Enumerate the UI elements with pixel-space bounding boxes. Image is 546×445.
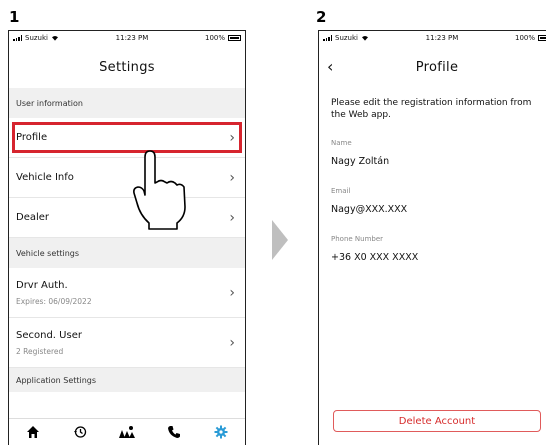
name-label: Name [331,139,352,147]
page-title: Settings [99,59,155,75]
chevron-right-icon: › [229,169,235,186]
gear-icon [214,425,228,439]
signal-icon [13,35,22,41]
settings-row-second-user[interactable]: Second. User 2 Registered › [9,318,245,368]
row-sub-drvr-auth: Expires: 06/09/2022 [16,296,92,306]
battery-icon [228,35,241,41]
email-value: Nagy@XXX.XXX [331,204,408,215]
bottom-tab-bar [9,418,245,445]
step-number-2: 2 [316,8,327,26]
tab-map[interactable] [115,422,139,442]
step-number-1: 1 [9,8,20,26]
chevron-right-icon: › [229,129,235,146]
tab-phone[interactable] [162,422,186,442]
row-label-drvr-auth: Drvr Auth. [16,279,68,291]
tab-settings[interactable] [209,422,233,442]
section-header-app-settings: Application Settings [9,368,245,392]
tab-home[interactable] [21,422,45,442]
status-time: 11:23 PM [115,34,149,42]
settings-list: User information Profile › Vehicle Info … [9,88,245,392]
chevron-right-icon: › [229,209,235,226]
row-sub-second-user: 2 Registered [16,346,64,356]
battery-percent: 100% [514,34,535,42]
settings-row-drvr-auth[interactable]: Drvr Auth. Expires: 06/09/2022 › [9,268,245,318]
signal-icon [323,35,332,41]
carrier-label: Suzuki [25,34,48,42]
settings-row-vehicle-info[interactable]: Vehicle Info › [9,158,245,198]
wifi-icon [52,35,58,41]
back-arrow-icon[interactable]: ‹ [327,57,334,76]
edit-notice: Please edit the registration information… [331,98,532,120]
phone-profile-screen: Suzuki 11:23 PM 100% ‹ Profile Please ed… [318,30,546,445]
wifi-icon [362,35,368,41]
carrier-label: Suzuki [335,34,358,42]
chevron-right-icon: › [229,284,235,301]
name-value: Nagy Zoltán [331,156,390,167]
status-bar: Suzuki 11:23 PM 100% [319,31,546,45]
delete-account-button[interactable]: Delete Account [333,410,541,432]
status-bar: Suzuki 11:23 PM 100% [9,31,245,45]
row-label-vehicle-info: Vehicle Info [16,172,74,183]
battery-icon [538,35,546,41]
row-label-profile: Profile [16,132,48,143]
tab-history[interactable] [68,422,92,442]
home-icon [26,426,39,438]
history-icon [73,426,86,438]
page-title-bar: ‹ Profile [319,53,546,81]
battery-percent: 100% [204,34,225,42]
row-label-dealer: Dealer [16,212,50,223]
page-title: Profile [415,59,459,75]
settings-row-profile[interactable]: Profile › [9,118,245,158]
chevron-right-icon: › [229,334,235,351]
phone-number-label: Phone Number [331,235,384,243]
settings-row-dealer[interactable]: Dealer › [9,198,245,238]
email-label: Email [331,187,351,195]
tap-hand-icon [133,150,186,230]
status-time: 11:23 PM [425,34,459,42]
row-label-second-user: Second. User [16,329,82,341]
phone-number-value: +36 X0 XXX XXXX [331,252,419,263]
phone-settings-screen: Suzuki 11:23 PM 100% Settings User infor… [8,30,246,445]
section-header-user-info: User information [9,88,245,118]
next-step-arrow [272,220,288,260]
phone-icon [168,426,181,438]
section-header-vehicle-settings: Vehicle settings [9,238,245,268]
map-icon [118,426,135,438]
